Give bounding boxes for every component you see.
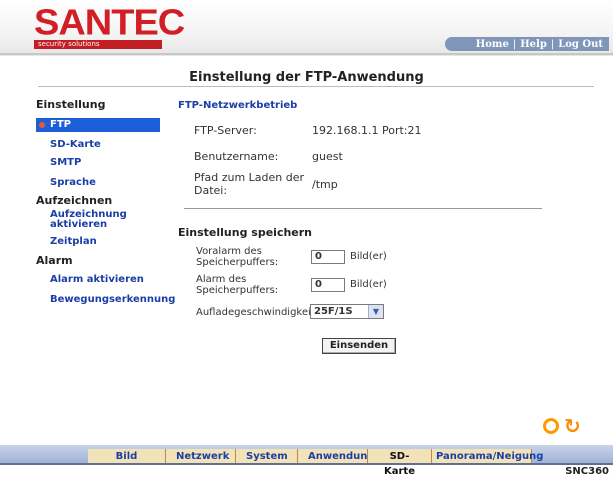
logo-tagline: security solutions	[34, 40, 162, 49]
prealarm-input[interactable]: 0	[311, 250, 345, 264]
username-label: Benutzername:	[194, 150, 279, 163]
tab-panorama-neigung[interactable]: Panorama/Neigung	[432, 449, 543, 464]
save-section-title: Einstellung speichern	[178, 226, 313, 239]
ftp-section-title: FTP-Netzwerkbetrieb	[178, 100, 298, 111]
section-divider	[184, 208, 542, 209]
sidebar-item-alarm-aktivieren[interactable]: Alarm aktivieren	[36, 274, 144, 285]
tab-bild[interactable]: Bild	[88, 449, 166, 464]
sidebar-heading-einstellung: Einstellung	[36, 98, 106, 111]
tab-netzwerk[interactable]: Netzwerk	[166, 449, 236, 464]
top-nav: Home | Help | Log Out	[445, 37, 609, 51]
alarm-buffer-label: Alarm des Speicherpuffers:	[196, 274, 279, 296]
logout-link[interactable]: Log Out	[554, 39, 607, 50]
header: SANTEC security solutions Home | Help | …	[0, 0, 613, 56]
alarm-buffer-input[interactable]: 0	[311, 278, 345, 292]
sidebar-item-label: FTP	[50, 119, 71, 130]
username-value: guest	[312, 150, 343, 163]
tab-anwendung[interactable]: Anwendung	[298, 449, 375, 464]
sidebar-heading-aufzeichnen: Aufzeichnen	[36, 194, 113, 207]
home-link[interactable]: Home	[472, 39, 513, 50]
upload-speed-label: Aufladegeschwindigkeit:	[196, 307, 319, 318]
tabs: Bild Netzwerk System Anwendung SD-Karte …	[88, 449, 543, 477]
sidebar-item-sd-karte[interactable]: SD-Karte	[36, 139, 101, 150]
header-divider	[0, 53, 613, 55]
prealarm-label: Voralarm des Speicherpuffers:	[196, 246, 279, 268]
page-title: Einstellung der FTP-Anwendung	[189, 70, 424, 85]
sidebar-heading-alarm: Alarm	[36, 254, 73, 267]
model-label: SNC360	[565, 466, 609, 477]
active-bullet-icon	[39, 122, 45, 128]
upload-speed-value: 25F/1S	[314, 306, 353, 317]
santec-logo: SANTEC security solutions	[34, 3, 185, 49]
sidebar-item-smtp[interactable]: SMTP	[36, 157, 81, 168]
sidebar-item-zeitplan[interactable]: Zeitplan	[36, 236, 97, 247]
upload-speed-select[interactable]: 25F/1S ▼	[310, 304, 384, 319]
title-divider	[38, 86, 594, 87]
logo-text: SANTEC	[34, 3, 185, 43]
sidebar-item-sprache[interactable]: Sprache	[36, 177, 96, 188]
alarm-buffer-unit: Bild(er)	[350, 279, 387, 290]
ftp-server-label: FTP-Server:	[194, 124, 257, 137]
refresh-icon[interactable]: ↻	[564, 416, 581, 436]
upload-path-value: /tmp	[312, 178, 338, 191]
help-link[interactable]: Help	[516, 39, 551, 50]
upload-path-label: Pfad zum Laden der Datei:	[194, 171, 305, 197]
chevron-down-icon[interactable]: ▼	[368, 305, 383, 318]
tab-bar-underline	[0, 463, 613, 465]
prealarm-unit: Bild(er)	[350, 251, 387, 262]
submit-button[interactable]: Einsenden	[322, 338, 396, 354]
sidebar-item-aufzeichnung-aktivieren[interactable]: Aufzeichnung aktivieren	[36, 210, 150, 230]
ftp-server-value: 192.168.1.1 Port:21	[312, 124, 422, 137]
tab-sd-karte[interactable]: SD-Karte	[368, 449, 432, 477]
tab-system[interactable]: System	[236, 449, 298, 464]
sidebar-item-ftp[interactable]: FTP	[36, 118, 160, 132]
sidebar-item-bewegungserkennung[interactable]: Bewegungserkennung	[36, 294, 175, 305]
back-icon[interactable]	[543, 418, 559, 434]
